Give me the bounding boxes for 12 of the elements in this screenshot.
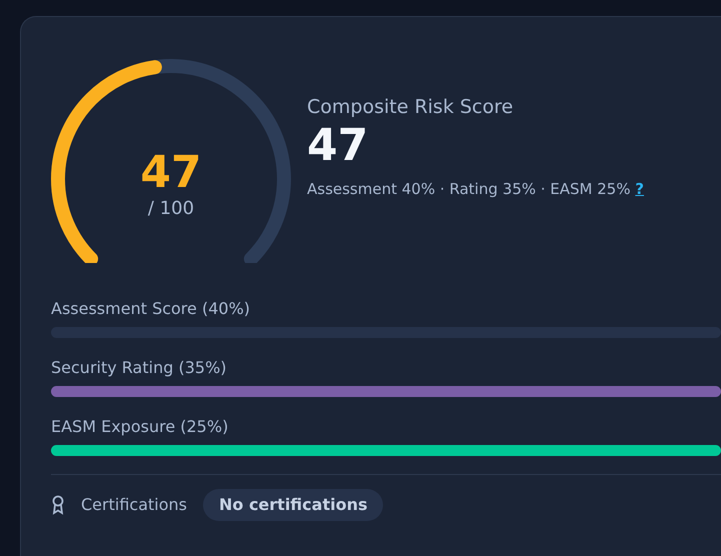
certifications-label: Certifications bbox=[81, 494, 187, 516]
award-icon bbox=[51, 495, 65, 515]
component-label: Security Rating (35%) bbox=[51, 357, 228, 379]
gauge-max: / 100 bbox=[148, 197, 194, 221]
certifications-status: No certifications bbox=[202, 489, 384, 521]
help-link[interactable]: ? bbox=[635, 180, 644, 198]
score-title: Composite Risk Score bbox=[307, 95, 514, 120]
component-label: Assessment Score (40%) bbox=[51, 298, 252, 320]
score-value: 47 bbox=[307, 122, 368, 170]
weights-text: Assessment 40% · Rating 35% · EASM 25% bbox=[307, 180, 630, 198]
gauge-score: 47 bbox=[140, 151, 202, 195]
component-label: EASM Exposure (25%) bbox=[51, 416, 230, 438]
